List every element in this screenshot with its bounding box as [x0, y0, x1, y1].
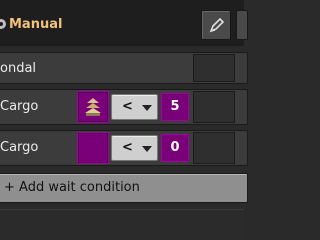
comparator-value: < [122, 140, 133, 155]
condition-options-slot[interactable] [193, 132, 235, 164]
schedule-header: Manual [0, 0, 248, 46]
expand-button[interactable] [236, 10, 248, 40]
condition-options-slot[interactable] [193, 91, 235, 123]
add-wait-condition-label: + Add wait condition [4, 180, 140, 195]
comparator-dropdown[interactable]: < [111, 94, 158, 120]
constant-value: 0 [170, 140, 180, 155]
condition-label: Cargo [0, 140, 39, 155]
wait-condition-row[interactable]: Cargo < 5 [0, 89, 248, 125]
constant-value: 5 [170, 99, 180, 114]
condition-options-slot[interactable] [193, 54, 235, 82]
condition-label: ondal [0, 61, 37, 76]
cargo-item-selector[interactable] [77, 91, 109, 123]
gear-icon [0, 19, 6, 29]
add-wait-condition-button[interactable]: + Add wait condition [0, 173, 248, 203]
cargo-item-selector[interactable] [77, 132, 109, 164]
schedule-footer [0, 209, 244, 240]
wait-condition-row[interactable]: Cargo < 0 [0, 130, 248, 166]
comparator-value: < [122, 99, 133, 114]
chevron-down-icon [142, 146, 152, 152]
constant-input[interactable]: 0 [161, 134, 189, 162]
station-title[interactable]: Manual [9, 17, 62, 33]
condition-label: Cargo [0, 99, 39, 114]
edit-pencil-icon [209, 17, 225, 33]
cargo-wagon-icon [85, 98, 101, 116]
wait-condition-row[interactable]: ondal [0, 52, 248, 84]
edit-button[interactable] [201, 10, 231, 40]
comparator-dropdown[interactable]: < [111, 135, 158, 161]
chevron-down-icon [142, 105, 152, 111]
constant-input[interactable]: 5 [161, 93, 189, 121]
